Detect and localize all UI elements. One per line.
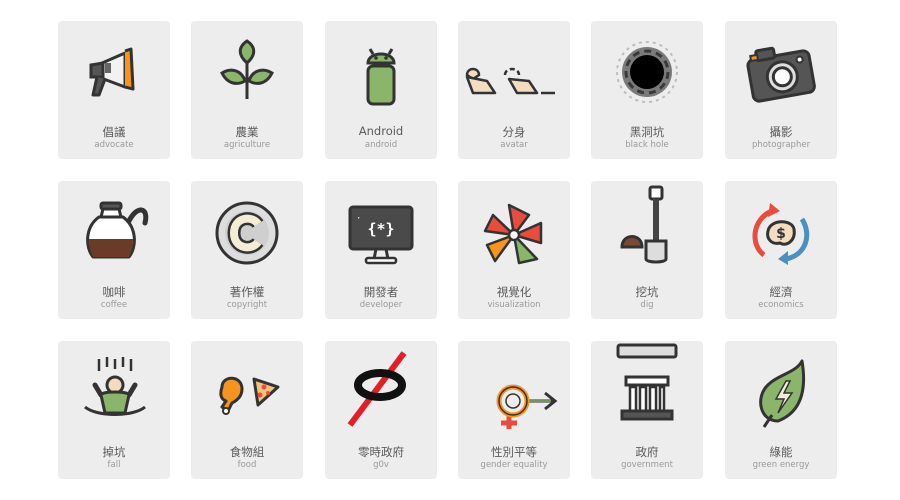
card-sublabel: advocate xyxy=(94,140,134,150)
card-sublabel: food xyxy=(237,460,257,470)
falling-person-icon xyxy=(84,357,146,416)
card-photographer[interactable]: 攝影 photographer xyxy=(725,21,837,159)
card-sublabel: android xyxy=(364,140,398,150)
card-sublabel: dig xyxy=(640,300,654,310)
card-gender-equality[interactable]: 性別平等 gender equality xyxy=(458,341,570,479)
card-label: 農業 xyxy=(235,125,259,139)
card-label: Android xyxy=(358,124,404,138)
card-visualization[interactable]: 視覺化 visualization xyxy=(458,181,570,319)
card-label: 掉坑 xyxy=(102,445,126,459)
government-building-icon xyxy=(616,343,678,421)
card-sublabel: visualization xyxy=(487,300,541,310)
card-g0v[interactable]: 零時政府 g0v xyxy=(325,341,437,479)
card-label: 政府 xyxy=(635,445,659,459)
monitor-code-icon: {*} · xyxy=(348,205,414,265)
svg-text:$: $ xyxy=(776,226,786,242)
gender-symbols-icon xyxy=(496,384,558,429)
camera-icon xyxy=(746,46,816,103)
card-label: 食物組 xyxy=(229,445,265,459)
card-economics[interactable]: $ 經濟 economics xyxy=(725,181,837,319)
pinwheel-chart-icon xyxy=(483,203,543,265)
card-developer[interactable]: {*} · 開發者 developer xyxy=(325,181,437,319)
card-sublabel: green energy xyxy=(752,460,810,470)
card-label: 分身 xyxy=(502,125,526,139)
card-sublabel: g0v xyxy=(373,460,389,470)
card-sublabel: coffee xyxy=(100,300,128,310)
card-label: 開發者 xyxy=(363,285,399,299)
money-cycle-icon: $ xyxy=(752,203,810,265)
card-black-hole[interactable]: 黑洞坑 black hole xyxy=(591,21,703,159)
card-avatar[interactable]: 分身 avatar xyxy=(458,21,570,159)
copyright-icon xyxy=(215,201,279,265)
card-label: 視覺化 xyxy=(496,285,532,299)
card-label: 著作權 xyxy=(229,285,265,299)
card-label: 零時政府 xyxy=(358,445,404,459)
shovel-icon xyxy=(620,185,668,264)
card-sublabel: photographer xyxy=(751,140,811,150)
card-sublabel: developer xyxy=(359,300,403,310)
android-icon xyxy=(366,48,396,106)
avatar-icon xyxy=(465,67,555,95)
card-sublabel: avatar xyxy=(500,140,528,150)
card-coffee[interactable]: 咖啡 coffee xyxy=(58,181,170,319)
card-sublabel: copyright xyxy=(226,300,268,310)
card-sublabel: economics xyxy=(758,300,804,310)
icon-grid: 倡議 advocate 農業 agriculture Android andro… xyxy=(0,0,900,500)
card-fall[interactable]: 掉坑 fall xyxy=(58,341,170,479)
svg-text:{*}: {*} xyxy=(367,220,394,238)
card-sublabel: black hole xyxy=(625,140,669,150)
svg-text:·: · xyxy=(356,214,361,224)
card-sublabel: fall xyxy=(107,460,121,470)
drumstick-pizza-icon xyxy=(219,376,280,415)
card-sublabel: gender equality xyxy=(480,460,548,470)
card-label: 挖坑 xyxy=(635,285,659,299)
card-label: 黑洞坑 xyxy=(629,125,665,139)
card-dig[interactable]: 挖坑 dig xyxy=(591,181,703,319)
card-green-energy[interactable]: 綠能 green energy xyxy=(725,341,837,479)
card-label: 經濟 xyxy=(769,285,793,299)
card-label: 綠能 xyxy=(769,445,793,459)
card-android[interactable]: Android android xyxy=(325,21,437,159)
leaf-bolt-icon xyxy=(759,359,806,428)
card-food[interactable]: 食物組 food xyxy=(191,341,303,479)
coffee-pot-icon xyxy=(86,201,149,259)
megaphone-icon xyxy=(89,47,135,97)
card-label: 咖啡 xyxy=(102,285,126,299)
card-copyright[interactable]: 著作權 copyright xyxy=(191,181,303,319)
card-government[interactable]: 政府 government xyxy=(591,341,703,479)
card-sublabel: agriculture xyxy=(223,140,271,150)
card-agriculture[interactable]: 農業 agriculture xyxy=(191,21,303,159)
g0v-logo-icon xyxy=(347,351,407,427)
card-sublabel: government xyxy=(621,460,673,470)
black-hole-icon xyxy=(616,41,678,103)
card-label: 攝影 xyxy=(769,125,793,139)
card-advocate[interactable]: 倡議 advocate xyxy=(58,21,170,159)
card-label: 倡議 xyxy=(102,125,126,139)
card-label: 性別平等 xyxy=(491,445,537,459)
sprout-icon xyxy=(220,39,274,99)
